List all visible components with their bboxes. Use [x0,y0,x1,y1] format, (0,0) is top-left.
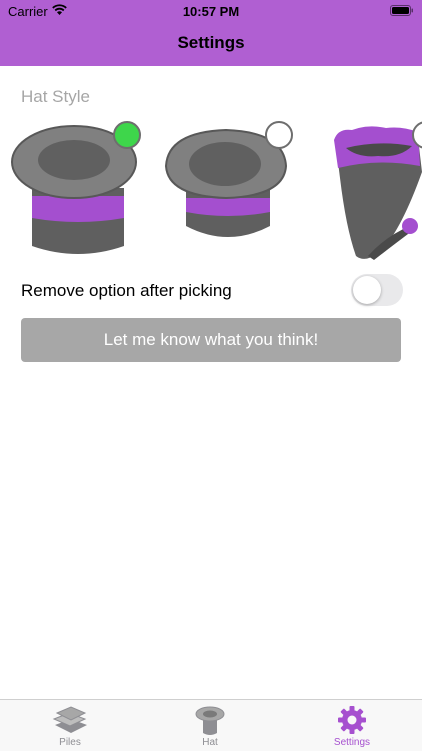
wizard-hat-option[interactable] [328,118,422,264]
navigation-header: Carrier 10:57 PM Settings [0,0,422,66]
clock: 10:57 PM [182,4,240,19]
battery-icon [390,5,413,16]
bowler-hat-selected-indicator[interactable] [265,121,293,149]
tab-piles[interactable]: Piles [0,700,140,751]
remove-option-toggle[interactable] [351,274,403,306]
tab-hat[interactable]: Hat [140,700,280,751]
feedback-button[interactable]: Let me know what you think! [21,318,401,362]
remove-option-label: Remove option after picking [21,281,232,300]
page-title: Settings [177,33,245,52]
toggle-knob [353,276,381,304]
tab-settings-label: Settings [333,737,371,748]
tab-hat-label: Hat [202,737,218,748]
hat-icon [195,706,225,735]
hat-style-label: Hat Style [21,87,90,106]
tab-settings[interactable]: Settings [282,700,422,751]
gear-icon [338,706,366,734]
top-hat-selected-indicator[interactable] [113,121,141,149]
tab-bar: Piles Hat Settings [0,699,422,751]
tab-piles-label: Piles [59,737,81,748]
piles-icon [52,706,87,733]
status-bar: Carrier 10:57 PM [0,0,422,24]
